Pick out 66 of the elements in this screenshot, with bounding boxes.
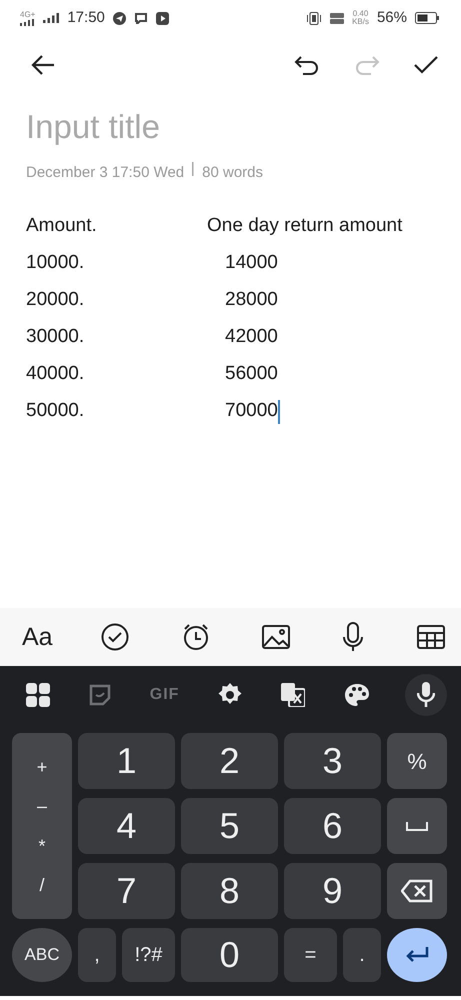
space-key[interactable] [387, 798, 447, 854]
note-text: 42000 [224, 325, 278, 350]
operator-key[interactable]: / [39, 876, 44, 894]
operator-key[interactable]: * [38, 836, 46, 855]
sticker-icon [88, 684, 111, 706]
word-count: 80 words [202, 162, 264, 182]
microphone-icon [342, 622, 364, 652]
note-text: 56000 [224, 362, 278, 386]
note-text: One day return amount [207, 214, 402, 238]
image-icon [262, 625, 290, 649]
translate-icon [281, 683, 306, 707]
digit-key[interactable]: 5 [181, 798, 278, 854]
network-type-label: 4G+ [20, 10, 36, 18]
signal-icon [43, 13, 60, 23]
microphone-icon [416, 682, 435, 708]
note-text: 30000. [26, 325, 86, 350]
play-icon [156, 12, 169, 24]
palette-icon [344, 683, 370, 707]
note-date: December 3 17:50 Wed [26, 162, 184, 182]
digit-key[interactable]: 1 [78, 733, 175, 789]
abc-key[interactable]: ABC [12, 928, 72, 982]
battery-icon [415, 12, 439, 24]
clock-time: 17:50 [67, 8, 105, 28]
note-text: 20000. [26, 288, 86, 312]
checkmark-icon [413, 54, 439, 76]
note-text: 40000. [26, 362, 86, 386]
chat-icon [134, 12, 148, 24]
symbol-key[interactable]: = [284, 928, 337, 982]
signal-icon [20, 18, 34, 26]
symbol-key[interactable]: . [343, 928, 381, 982]
backspace-icon [401, 879, 433, 903]
note-text: Amount. [26, 214, 98, 238]
digit-key[interactable]: 8 [181, 863, 278, 919]
digit-key[interactable]: 3 [284, 733, 381, 789]
digit-key[interactable]: 4 [78, 798, 175, 854]
operator-key[interactable]: + [36, 758, 48, 776]
symbol-key[interactable]: % [387, 733, 447, 789]
digit-key[interactable]: 2 [181, 733, 278, 789]
note-text: 10000. [26, 251, 86, 276]
operator-key[interactable]: – [36, 797, 47, 816]
check-circle-icon [101, 623, 130, 651]
text-format-button[interactable]: Aa [22, 622, 53, 652]
note-text: 50000. [26, 399, 86, 424]
digit-key[interactable]: 6 [284, 798, 381, 854]
alarm-clock-icon [182, 623, 210, 651]
note-text: 70000 [224, 399, 278, 424]
space-icon [406, 821, 428, 831]
backspace-key[interactable] [387, 863, 447, 919]
vibrate-icon [306, 12, 322, 24]
battery-percent: 56% [376, 8, 407, 28]
voice-input-button[interactable] [404, 674, 447, 716]
send-icon [112, 12, 126, 24]
digit-key[interactable]: 9 [284, 863, 381, 919]
speed-unit: KB/s [352, 18, 369, 26]
grid-icon [26, 683, 50, 707]
note-text: 14000 [224, 251, 278, 276]
symbol-key[interactable]: !?# [122, 928, 175, 982]
table-icon [416, 625, 445, 649]
digit-key[interactable]: 0 [181, 928, 278, 982]
note-text: 28000 [224, 288, 278, 312]
digit-key[interactable]: 7 [78, 863, 175, 919]
network-speed: 0.40 [352, 10, 369, 18]
separator-icon [192, 162, 194, 176]
enter-icon [404, 946, 430, 964]
back-arrow-icon [30, 54, 56, 76]
symbol-key[interactable]: , [78, 928, 116, 982]
